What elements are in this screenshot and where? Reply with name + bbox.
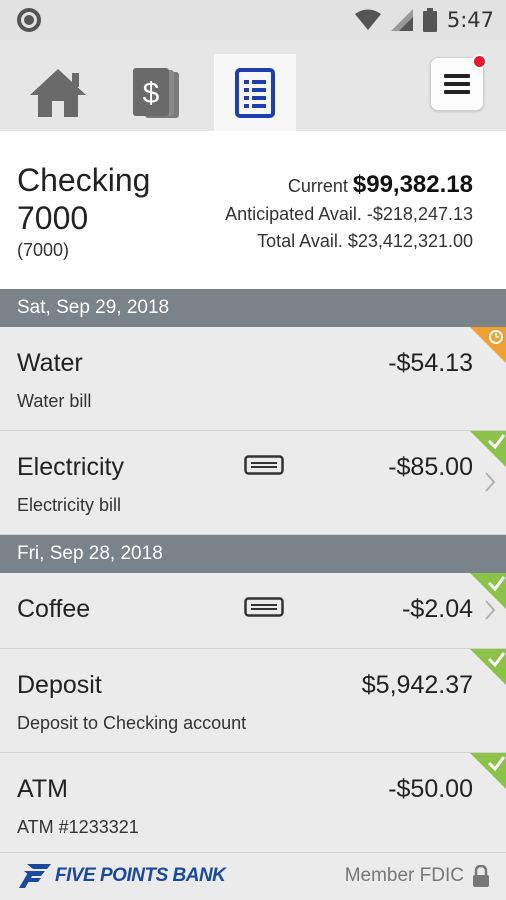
transaction-amount: -$50.00 [388,775,473,803]
current-balance-value: $99,382.18 [352,171,473,198]
transaction-amount: $5,942.37 [361,671,473,699]
status-bar: 5:47 [0,0,506,40]
clock: 5:47 [446,8,494,32]
menu-button[interactable] [430,54,487,111]
member-fdic: Member FDIC [345,865,490,887]
current-balance-label: Current [287,176,348,196]
transaction-name: ATM [17,775,68,803]
svg-text:$: $ [143,77,160,110]
transaction-description: Electricity bill [17,495,122,515]
tab-home[interactable] [17,54,99,131]
card-icon [244,597,284,617]
account-name: Checking 7000 [17,162,151,236]
transaction-name: Coffee [17,595,91,623]
money-icon: $ [133,67,179,118]
cleared-check-icon [470,431,506,467]
top-nav: $ [0,40,506,131]
hamburger-icon [444,74,470,94]
account-summary: Checking 7000 (7000) Current $99,382.18 … [0,131,506,289]
transaction-description: Deposit to Checking account [17,713,247,733]
date-header: Fri, Sep 28, 2018 [0,535,506,573]
transaction-row[interactable]: Water Water bill -$54.13 [0,327,506,431]
account-number: (7000) [17,240,70,260]
total-balance: Total Avail. $23,412,321.00 [257,231,473,251]
bank-logo[interactable]: FIVE POINTS BANK [17,863,226,889]
notification-dot-icon [17,8,41,32]
transaction-row[interactable]: Deposit Deposit to Checking account $5,9… [0,649,506,753]
bank-name: FIVE POINTS BANK [55,865,226,886]
battery-icon [422,8,437,32]
transaction-name: Electricity [17,453,124,481]
transaction-name: Deposit [17,671,102,699]
transaction-amount: -$2.04 [402,595,473,623]
transaction-description: Water bill [17,391,92,411]
anticipated-balance: Anticipated Avail. -$218,247.13 [225,204,473,224]
transaction-row[interactable]: Electricity Electricity bill -$85.00 [0,431,506,535]
cleared-check-icon [470,753,506,789]
transaction-amount: -$85.00 [388,453,473,481]
card-icon [244,455,284,475]
transaction-row[interactable]: Coffee -$2.04 [0,573,506,649]
home-icon [30,68,86,117]
transaction-description: ATM #1233321 [17,817,139,837]
tab-transfers[interactable]: $ [116,54,198,131]
transaction-row[interactable]: ATM ATM #1233321 -$50.00 [0,753,506,852]
status-icons: 5:47 [354,6,494,34]
document-list-icon [235,67,275,118]
footer: FIVE POINTS BANK Member FDIC [0,852,506,900]
signal-icon [390,9,413,31]
lock-icon [473,865,489,887]
notification-badge [472,54,487,69]
tab-transactions[interactable] [214,54,296,131]
cleared-check-icon [470,573,506,609]
fdic-label: Member FDIC [344,865,464,886]
pending-clock-icon [470,327,506,363]
wifi-icon [354,9,381,30]
cleared-check-icon [470,649,506,685]
chevron-right-icon[interactable] [484,471,496,493]
transaction-name: Water [17,349,83,377]
bank-logo-icon [19,864,51,888]
current-balance: Current $99,382.18 [288,171,473,199]
date-header: Sat, Sep 29, 2018 [0,289,506,327]
transaction-amount: -$54.13 [388,349,473,377]
